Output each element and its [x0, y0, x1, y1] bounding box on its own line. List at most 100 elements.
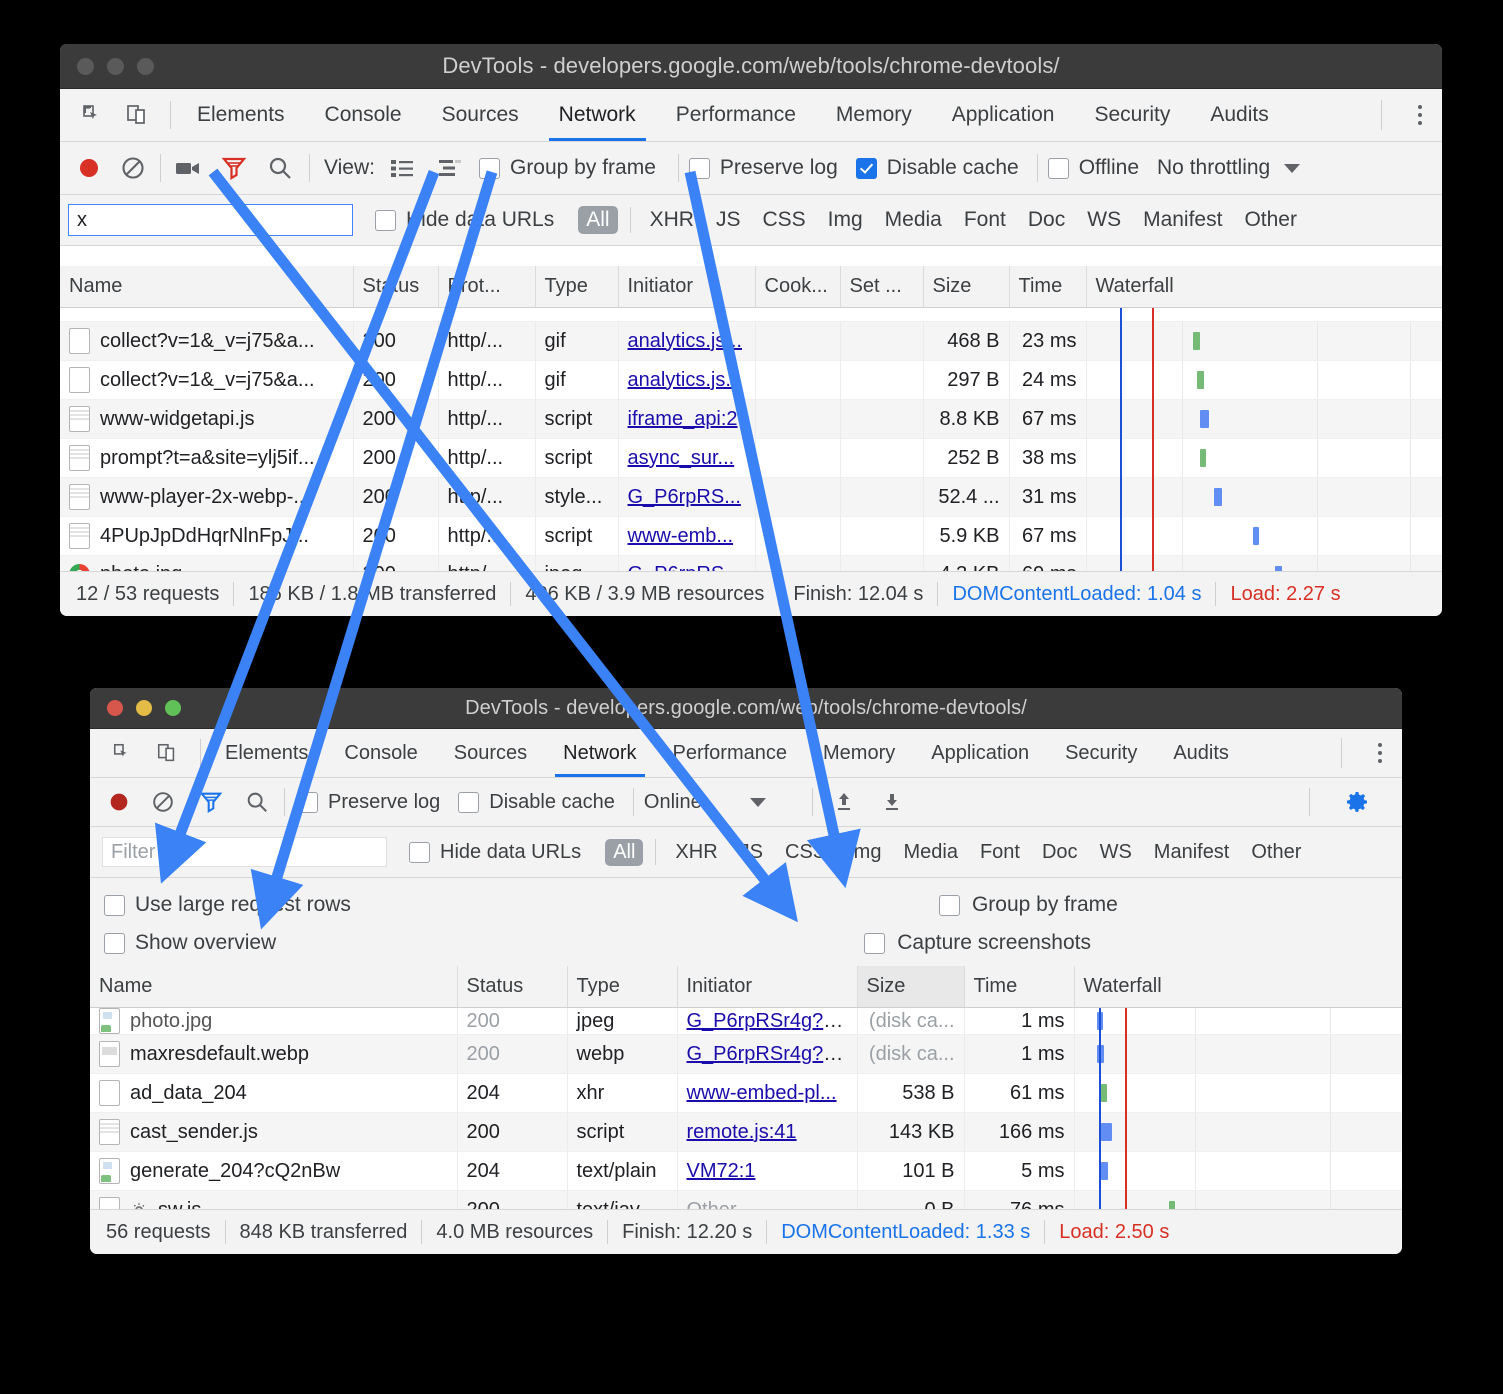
capture-screenshots-checkbox[interactable]: Capture screenshots: [864, 931, 1091, 955]
record-icon[interactable]: [74, 153, 104, 183]
tab-application[interactable]: Application: [913, 729, 1047, 777]
filter-type-xhr[interactable]: XHR: [639, 206, 705, 234]
close-window-button[interactable]: [77, 57, 94, 75]
filter-type-other[interactable]: Other: [1233, 206, 1308, 234]
search-icon[interactable]: [265, 153, 295, 183]
filter-type-all[interactable]: All: [578, 206, 618, 234]
filter-type-all[interactable]: All: [605, 838, 644, 866]
minimize-window-button[interactable]: [136, 700, 152, 716]
filter-type-manifest[interactable]: Manifest: [1132, 206, 1233, 234]
col-name[interactable]: Name: [60, 266, 354, 308]
disable-cache-box[interactable]: [855, 157, 877, 179]
table-row[interactable]: collect?v=1&_v=j75&a... 200 http/... gif ana…: [60, 360, 1442, 400]
upload-har-icon[interactable]: [829, 787, 859, 817]
table-row[interactable]: photo.jpg200http/...jpegG_P6rpRS... 4.3 K…: [60, 555, 1442, 572]
tab-performance[interactable]: Performance: [656, 89, 816, 141]
tab-sources[interactable]: Sources: [436, 729, 545, 777]
hide-data-urls-box[interactable]: [375, 209, 396, 231]
tab-elements[interactable]: Elements: [207, 729, 326, 777]
clear-icon[interactable]: [118, 153, 148, 183]
offline-checkbox-top[interactable]: Offline: [1047, 156, 1139, 180]
table-row[interactable]: maxresdefault.webp 200 webp G_P6rpRSr4g?a..…: [90, 1034, 1402, 1074]
col-status[interactable]: Status: [353, 266, 439, 308]
col-set-cookies[interactable]: Set ...: [840, 266, 924, 308]
col-cookies[interactable]: Cook...: [755, 266, 841, 308]
col-protocol[interactable]: Prot...: [438, 266, 536, 308]
col-type[interactable]: Type: [567, 966, 678, 1008]
cell-name[interactable]: collect?v=1&_v=j75&a...: [60, 360, 354, 400]
cell-name[interactable]: cast_sender.js: [90, 1112, 458, 1152]
capture-screenshots-box[interactable]: [864, 932, 886, 954]
preserve-log-box[interactable]: [688, 157, 710, 179]
minimize-window-button[interactable]: [107, 57, 124, 75]
chevron-down-icon[interactable]: [1284, 163, 1301, 173]
hide-data-urls-checkbox-top[interactable]: Hide data URLs: [375, 208, 554, 232]
group-by-frame-box[interactable]: [478, 157, 500, 179]
table-row[interactable]: prompt?t=a&site=ylj5if... 200 http/... scri…: [60, 438, 1442, 478]
cell-name[interactable]: collect?v=1&_v=j75&a...: [60, 321, 354, 361]
tab-security[interactable]: Security: [1074, 89, 1190, 141]
record-icon[interactable]: [104, 787, 134, 817]
table-row[interactable]: sw.js 200 text/jav... Other 0 B 76 ms: [90, 1190, 1402, 1210]
filter-type-ws[interactable]: WS: [1089, 839, 1143, 866]
col-waterfall[interactable]: Waterfall: [1086, 266, 1442, 308]
disable-cache-checkbox-top[interactable]: Disable cache: [855, 156, 1019, 180]
filter-type-css[interactable]: CSS: [751, 206, 816, 234]
cell-initiator[interactable]: iframe_api:2: [618, 399, 756, 439]
hide-data-urls-box[interactable]: [409, 841, 430, 863]
table-row-partial[interactable]: photo.jpg 200 jpeg G_P6rpRSr4g?a... (disk ca…: [90, 1007, 1402, 1035]
cell-initiator[interactable]: www-emb...: [618, 516, 756, 556]
tab-console[interactable]: Console: [305, 89, 422, 141]
filter-type-font[interactable]: Font: [969, 839, 1031, 866]
filter-type-media[interactable]: Media: [892, 839, 968, 866]
search-icon[interactable]: [242, 787, 272, 817]
cell-initiator[interactable]: G_P6rpRS...: [618, 555, 756, 572]
zoom-window-button[interactable]: [137, 57, 154, 75]
col-name[interactable]: Name: [90, 966, 458, 1008]
cell-name[interactable]: maxresdefault.webp: [90, 1034, 458, 1074]
cell-initiator[interactable]: G_P6rpRSr4g?a...: [677, 1034, 858, 1074]
filter-type-font[interactable]: Font: [953, 206, 1017, 234]
tab-console[interactable]: Console: [326, 729, 435, 777]
use-large-request-rows-box[interactable]: [104, 894, 125, 916]
tab-network[interactable]: Network: [539, 89, 656, 141]
tab-memory[interactable]: Memory: [816, 89, 932, 141]
cell-name[interactable]: photo.jpg: [60, 555, 354, 572]
tab-elements[interactable]: Elements: [177, 89, 305, 141]
window-controls-top[interactable]: [60, 57, 154, 75]
cell-initiator[interactable]: async_sur...: [618, 438, 756, 478]
cell-initiator[interactable]: analytics.js...: [618, 360, 756, 400]
cell-name[interactable]: sw.js: [90, 1190, 458, 1210]
camera-icon[interactable]: [173, 153, 203, 183]
col-waterfall[interactable]: Waterfall: [1074, 966, 1402, 1008]
show-overview-checkbox[interactable]: Show overview: [104, 931, 276, 955]
cell-name[interactable]: 4PUpJpDdHqrNlnFpJ...: [60, 516, 354, 556]
show-overview-box[interactable]: [104, 932, 125, 954]
filter-type-doc[interactable]: Doc: [1017, 206, 1076, 234]
tab-security[interactable]: Security: [1047, 729, 1155, 777]
tab-audits[interactable]: Audits: [1190, 89, 1288, 141]
filter-type-img[interactable]: Img: [817, 206, 874, 234]
preserve-log-box[interactable]: [297, 791, 318, 813]
tab-application[interactable]: Application: [932, 89, 1075, 141]
cell-name[interactable]: ad_data_204: [90, 1073, 458, 1113]
list-view-icon[interactable]: [387, 153, 417, 183]
filter-type-xhr[interactable]: XHR: [664, 839, 728, 866]
use-large-request-rows-checkbox[interactable]: Use large request rows: [104, 893, 351, 917]
close-window-button[interactable]: [107, 700, 123, 716]
tab-sources[interactable]: Sources: [422, 89, 539, 141]
window-controls-bottom[interactable]: [90, 700, 181, 716]
throttling-select-bottom[interactable]: Online: [644, 791, 702, 814]
more-options-icon[interactable]: [1378, 743, 1382, 763]
chevron-down-icon[interactable]: [749, 797, 766, 807]
device-toolbar-icon[interactable]: [152, 738, 182, 768]
table-row[interactable]: www-widgetapi.js 200 http/... script iframe_…: [60, 399, 1442, 439]
zoom-window-button[interactable]: [165, 700, 181, 716]
hide-data-urls-checkbox-bottom[interactable]: Hide data URLs: [409, 841, 581, 864]
filter-type-ws[interactable]: WS: [1076, 206, 1132, 234]
col-size[interactable]: Size: [857, 966, 965, 1008]
tab-network[interactable]: Network: [545, 729, 654, 777]
cell-name[interactable]: www-widgetapi.js: [60, 399, 354, 439]
cell-initiator[interactable]: www-embed-pl...: [677, 1073, 858, 1113]
filter-type-js[interactable]: JS: [729, 839, 774, 866]
